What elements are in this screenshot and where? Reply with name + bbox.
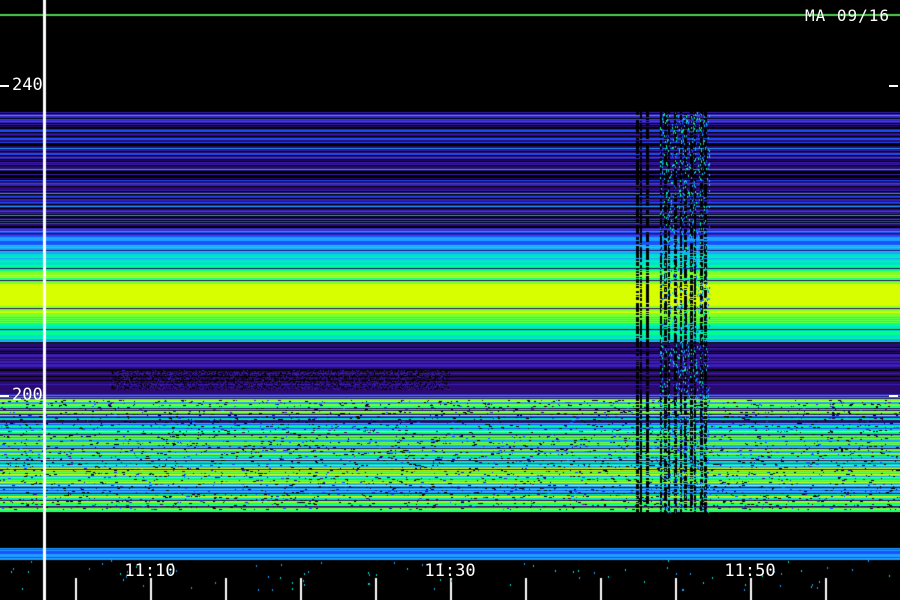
x-tick-label-1110: 11:10	[124, 561, 176, 581]
x-tick-label-1150: 11:50	[724, 561, 776, 581]
y-tick-label-240: 240	[12, 75, 43, 95]
y-tick-mark-right-240	[889, 85, 898, 87]
y-tick-label-200: 200	[12, 385, 43, 405]
y-tick-mark-left-200	[0, 395, 9, 397]
y-tick-mark-left-240	[0, 85, 9, 87]
station-date-label: MA 09/16	[804, 6, 890, 25]
spectrogram-canvas	[0, 0, 900, 600]
x-tick-label-1130: 11:30	[424, 561, 476, 581]
y-tick-mark-right-200	[889, 395, 898, 397]
